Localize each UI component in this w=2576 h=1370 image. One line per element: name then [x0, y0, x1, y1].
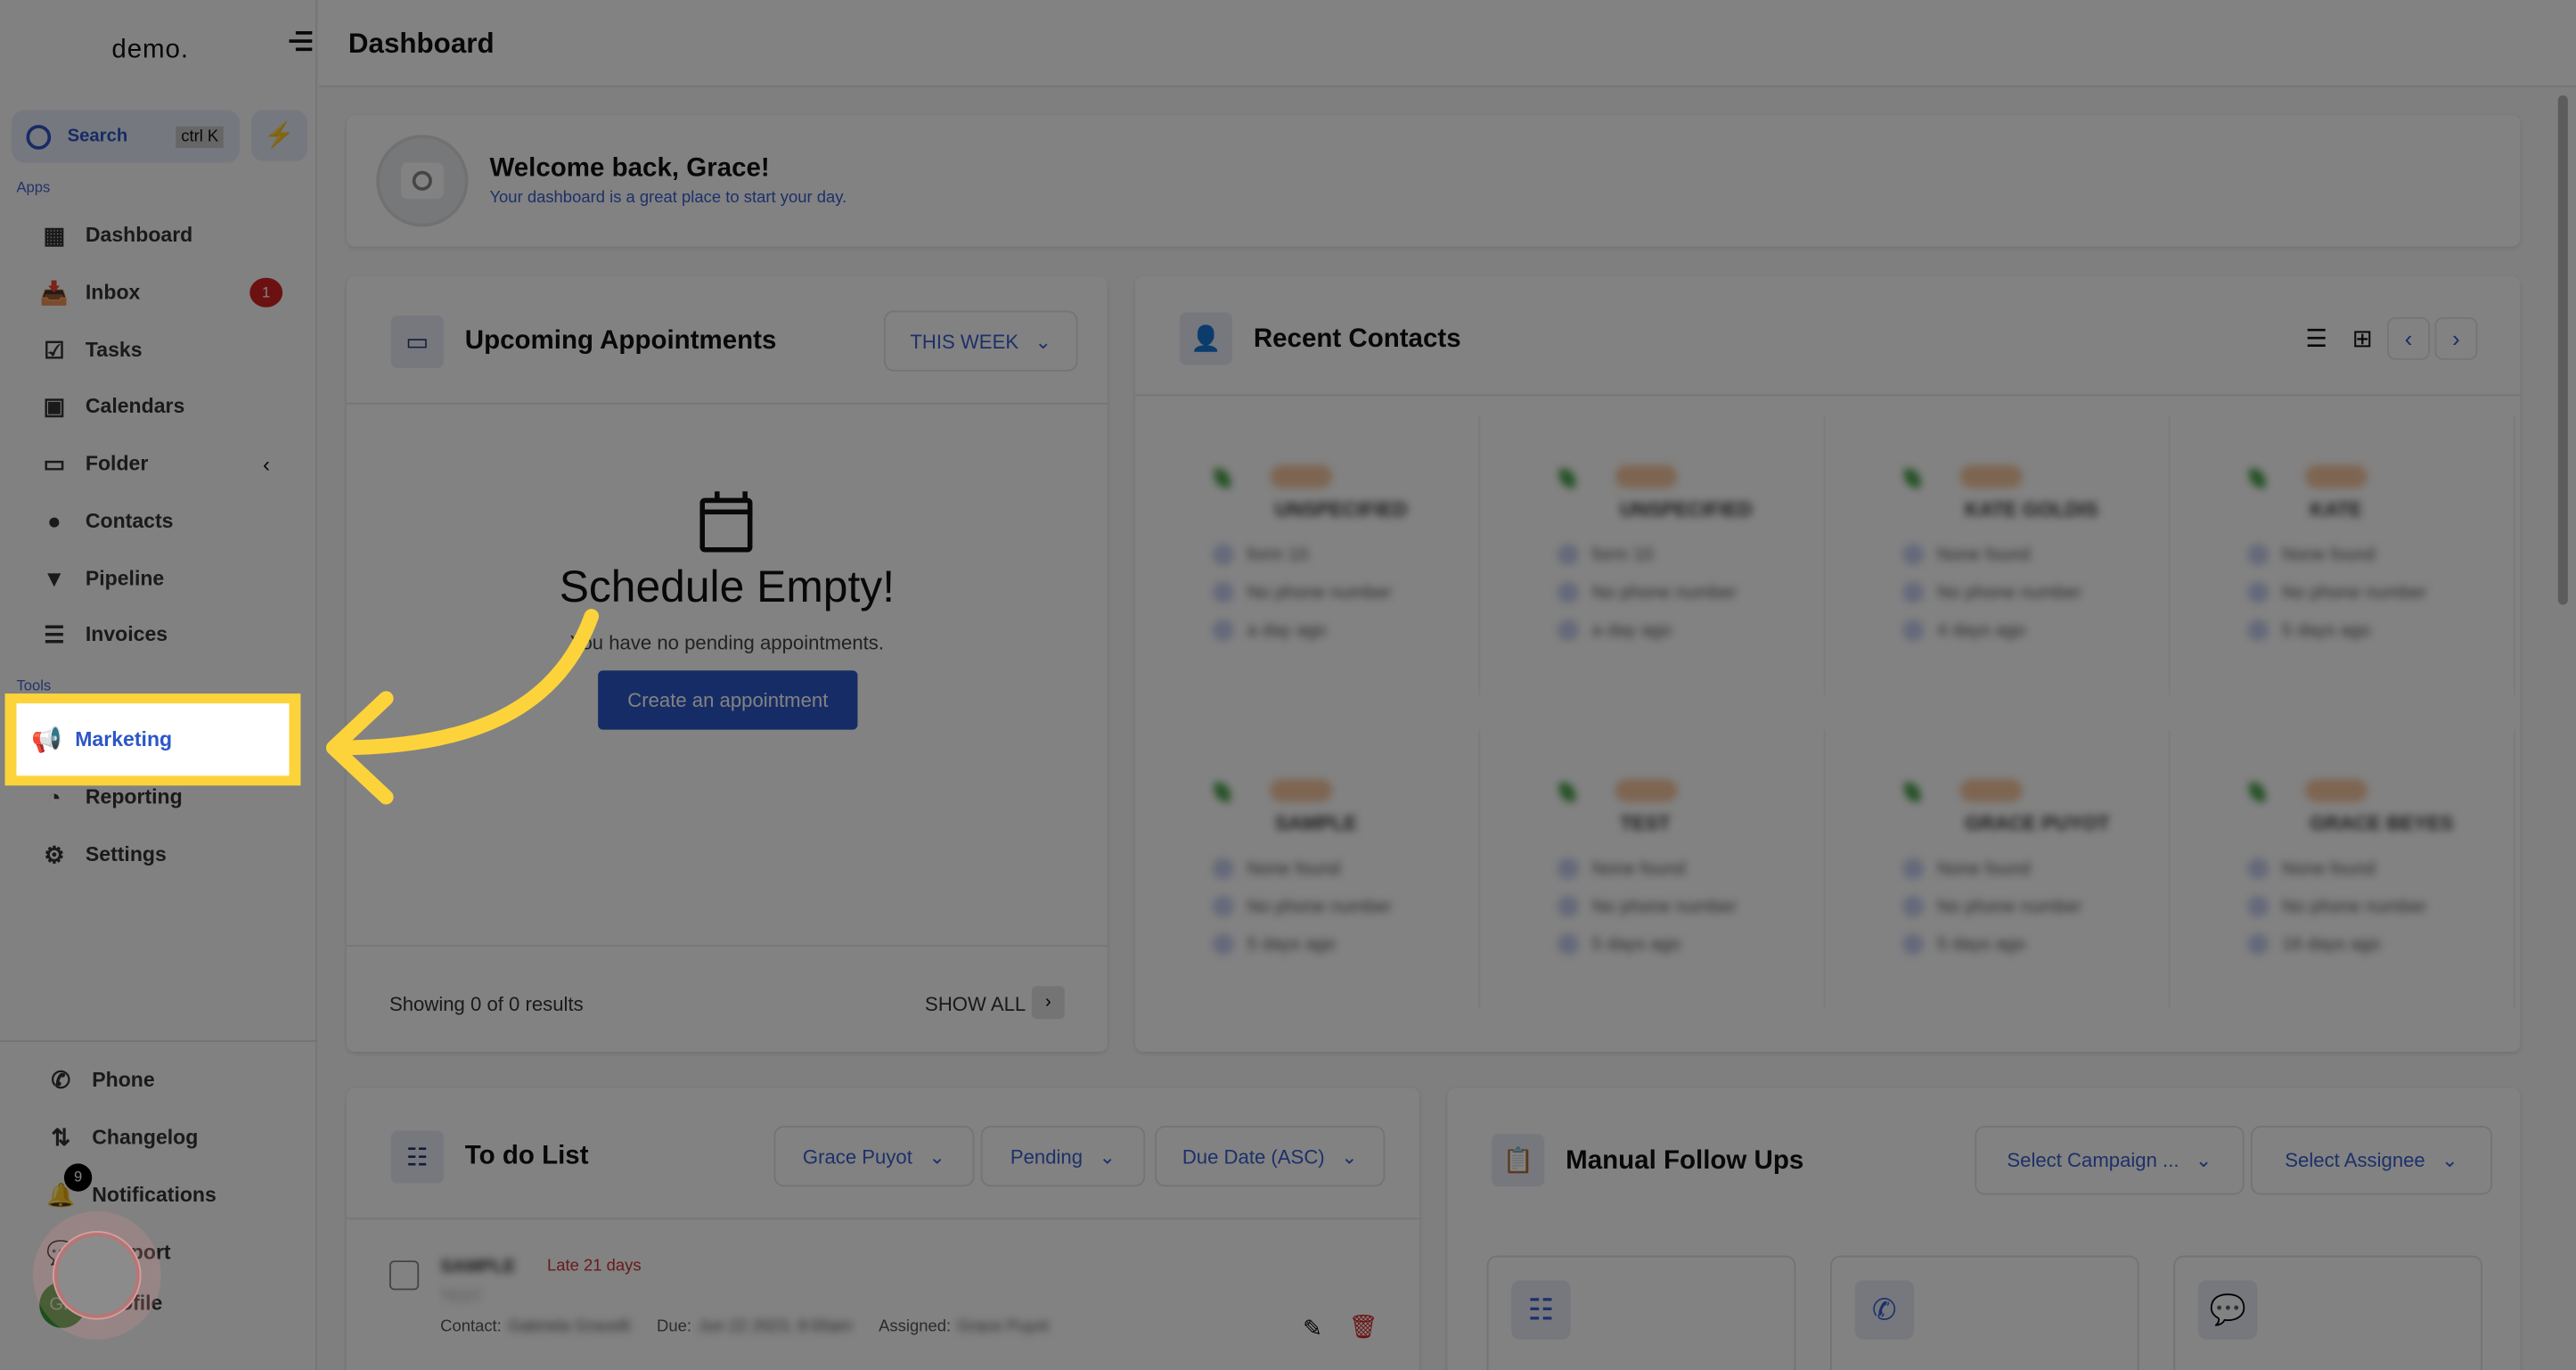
cursor-indicator [32, 1210, 161, 1340]
app-window: demo. Search ctrl K ⚡ Apps ▦ Dashboard 📥 I… [0, 0, 2576, 1370]
pointer-arrow-icon [325, 609, 600, 805]
